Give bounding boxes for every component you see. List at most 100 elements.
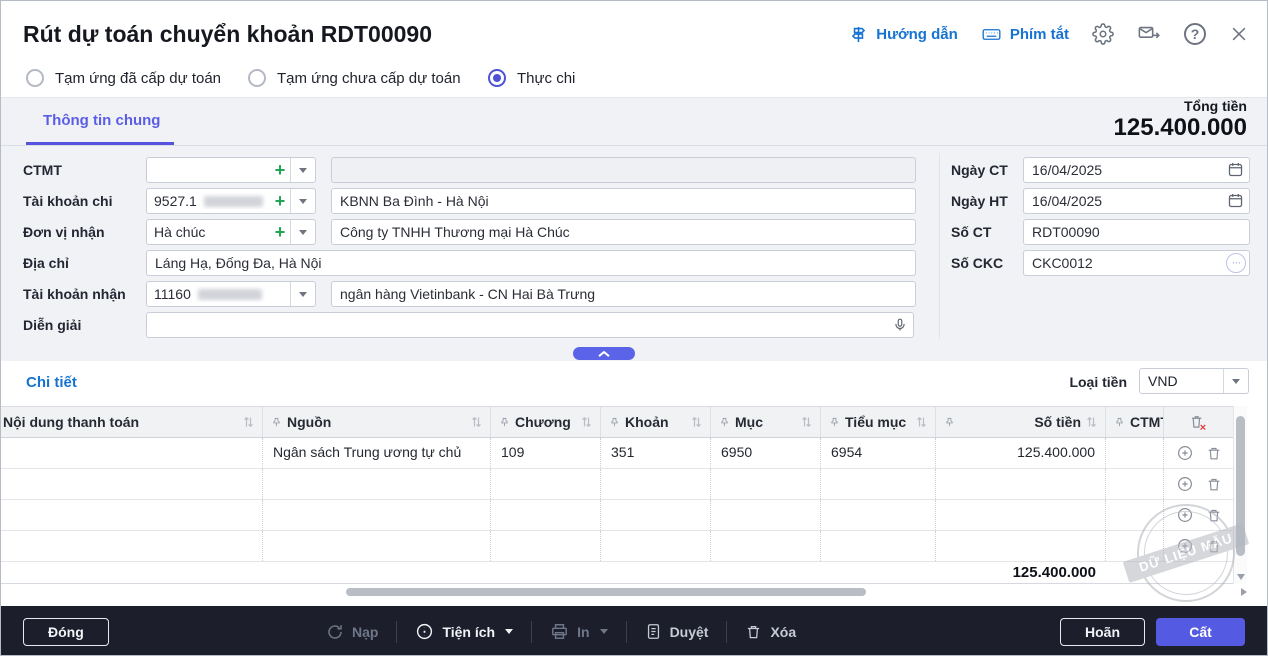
column-header-chapter[interactable]: Chương bbox=[491, 407, 601, 437]
horizontal-scrollbar[interactable] bbox=[1, 586, 1233, 598]
detail-table: Nội dung thanh toán Nguồn Chương Khoản bbox=[1, 406, 1233, 584]
horizontal-scrollbar-thumb[interactable] bbox=[346, 588, 866, 596]
approve-button[interactable]: Duyệt bbox=[645, 622, 709, 641]
delete-row-icon[interactable] bbox=[1206, 476, 1222, 493]
detail-title[interactable]: Chi tiết bbox=[26, 374, 77, 391]
radio-tam-ung-chua-cap[interactable]: Tạm ứng chưa cấp dự toán bbox=[248, 63, 461, 93]
sort-icon[interactable] bbox=[471, 416, 482, 428]
receiver-dropdown-button[interactable] bbox=[290, 220, 315, 244]
settings-gear-icon[interactable] bbox=[1092, 23, 1114, 45]
sort-icon[interactable] bbox=[581, 416, 592, 428]
redacted-value bbox=[198, 289, 262, 300]
column-header-clause[interactable]: Khoản bbox=[601, 407, 711, 437]
close-icon[interactable] bbox=[1229, 24, 1249, 44]
note-field[interactable] bbox=[146, 312, 887, 338]
close-button[interactable]: Đóng bbox=[23, 618, 109, 646]
column-header-content[interactable]: Nội dung thanh toán bbox=[1, 407, 263, 437]
withdraw-estimate-dialog: Rút dự toán chuyển khoản RDT00090 Hướng … bbox=[0, 0, 1268, 656]
sort-icon[interactable] bbox=[1086, 416, 1097, 428]
ckc-more-button[interactable] bbox=[1226, 253, 1246, 273]
ctmt-combo[interactable]: + bbox=[146, 157, 316, 183]
pin-icon[interactable] bbox=[1114, 416, 1125, 429]
add-row-icon[interactable] bbox=[1176, 537, 1194, 555]
radio-tam-ung-da-cap[interactable]: Tạm ứng đã cấp dự toán bbox=[26, 63, 221, 93]
address-field[interactable] bbox=[146, 250, 916, 276]
account-pay-description-field[interactable] bbox=[331, 188, 916, 214]
cell-item[interactable]: 6950 bbox=[711, 438, 821, 468]
calendar-icon[interactable] bbox=[1227, 192, 1261, 209]
send-mail-icon[interactable] bbox=[1137, 23, 1161, 45]
pin-icon[interactable] bbox=[609, 416, 620, 429]
voice-input-button[interactable] bbox=[886, 312, 914, 338]
receiver-combo[interactable]: Hà chúc + bbox=[146, 219, 316, 245]
tab-thong-tin-chung[interactable]: Thông tin chung bbox=[43, 112, 160, 129]
calendar-icon[interactable] bbox=[1227, 161, 1261, 178]
radio-thuc-chi[interactable]: Thực chi bbox=[488, 63, 575, 93]
ctmt-description-field[interactable] bbox=[331, 157, 916, 183]
account-recv-combo[interactable]: 11160 bbox=[146, 281, 316, 307]
reload-button[interactable]: Nạp bbox=[326, 623, 378, 641]
pin-icon[interactable] bbox=[719, 416, 730, 429]
sort-icon[interactable] bbox=[691, 416, 702, 428]
delete-all-rows-button[interactable] bbox=[1164, 407, 1233, 437]
cell-clause[interactable]: 351 bbox=[601, 438, 711, 468]
sort-icon[interactable] bbox=[243, 416, 254, 428]
add-row-icon[interactable] bbox=[1176, 444, 1194, 462]
cell-source[interactable]: Ngân sách Trung ương tự chủ bbox=[263, 438, 491, 468]
postpone-button[interactable]: Hoãn bbox=[1060, 618, 1145, 646]
pin-icon[interactable] bbox=[499, 416, 510, 429]
table-total-row: 125.400.000 bbox=[1, 562, 1233, 584]
cell-content[interactable] bbox=[1, 438, 263, 468]
delete-row-icon[interactable] bbox=[1206, 538, 1222, 555]
pin-icon[interactable] bbox=[944, 416, 955, 429]
signpost-icon bbox=[849, 25, 868, 44]
receiver-description-field[interactable] bbox=[331, 219, 916, 245]
currency-dropdown-button[interactable] bbox=[1223, 369, 1248, 393]
cell-chapter[interactable]: 109 bbox=[491, 438, 601, 468]
guide-link[interactable]: Hướng dẫn bbox=[849, 25, 958, 44]
column-header-ctmt[interactable]: CTMT bbox=[1106, 407, 1164, 437]
delete-row-icon[interactable] bbox=[1206, 507, 1222, 524]
doc-no-field[interactable] bbox=[1023, 219, 1250, 245]
account-recv-description-field[interactable] bbox=[331, 281, 916, 307]
account-pay-dropdown-button[interactable] bbox=[290, 189, 315, 213]
scroll-right-arrow[interactable] bbox=[1241, 588, 1247, 596]
help-icon[interactable] bbox=[1184, 23, 1206, 45]
sort-icon[interactable] bbox=[801, 416, 812, 428]
ckc-field[interactable] bbox=[1023, 250, 1250, 276]
add-receiver-button[interactable]: + bbox=[270, 220, 290, 244]
currency-select[interactable]: VND bbox=[1139, 368, 1249, 394]
delete-row-icon[interactable] bbox=[1206, 445, 1222, 462]
save-button[interactable]: Cất bbox=[1156, 618, 1245, 646]
vertical-scrollbar[interactable] bbox=[1233, 406, 1247, 584]
collapse-panel-button[interactable] bbox=[573, 347, 635, 360]
add-row-icon[interactable] bbox=[1176, 506, 1194, 524]
shortcut-link[interactable]: Phím tắt bbox=[981, 25, 1069, 44]
cell-amount[interactable]: 125.400.000 bbox=[936, 438, 1106, 468]
tabbar-divider bbox=[1, 145, 1267, 146]
ctmt-dropdown-button[interactable] bbox=[290, 158, 315, 182]
add-account-pay-button[interactable]: + bbox=[270, 189, 290, 213]
trash-icon bbox=[745, 623, 762, 641]
sort-icon[interactable] bbox=[916, 416, 927, 428]
add-ctmt-button[interactable]: + bbox=[270, 158, 290, 182]
pin-icon[interactable] bbox=[829, 416, 840, 429]
column-header-item[interactable]: Mục bbox=[711, 407, 821, 437]
receiver-label: Đơn vị nhận bbox=[23, 219, 105, 245]
column-header-subitem[interactable]: Tiểu mục bbox=[821, 407, 936, 437]
account-recv-dropdown-button[interactable] bbox=[290, 282, 315, 306]
print-button[interactable]: In bbox=[550, 622, 607, 641]
column-header-amount[interactable]: Số tiền bbox=[936, 407, 1106, 437]
column-header-source[interactable]: Nguồn bbox=[263, 407, 491, 437]
date-ht-field[interactable] bbox=[1023, 188, 1250, 214]
scroll-down-arrow[interactable] bbox=[1237, 574, 1245, 580]
date-ct-field[interactable] bbox=[1023, 157, 1250, 183]
account-pay-combo[interactable]: 9527.1 + bbox=[146, 188, 316, 214]
vertical-scrollbar-thumb[interactable] bbox=[1236, 416, 1245, 556]
cell-subitem[interactable]: 6954 bbox=[821, 438, 936, 468]
add-row-icon[interactable] bbox=[1176, 475, 1194, 493]
pin-icon[interactable] bbox=[271, 416, 282, 429]
cell-ctmt[interactable] bbox=[1106, 438, 1164, 468]
utilities-button[interactable]: Tiện ích bbox=[415, 622, 513, 641]
delete-button[interactable]: Xóa bbox=[745, 623, 796, 641]
